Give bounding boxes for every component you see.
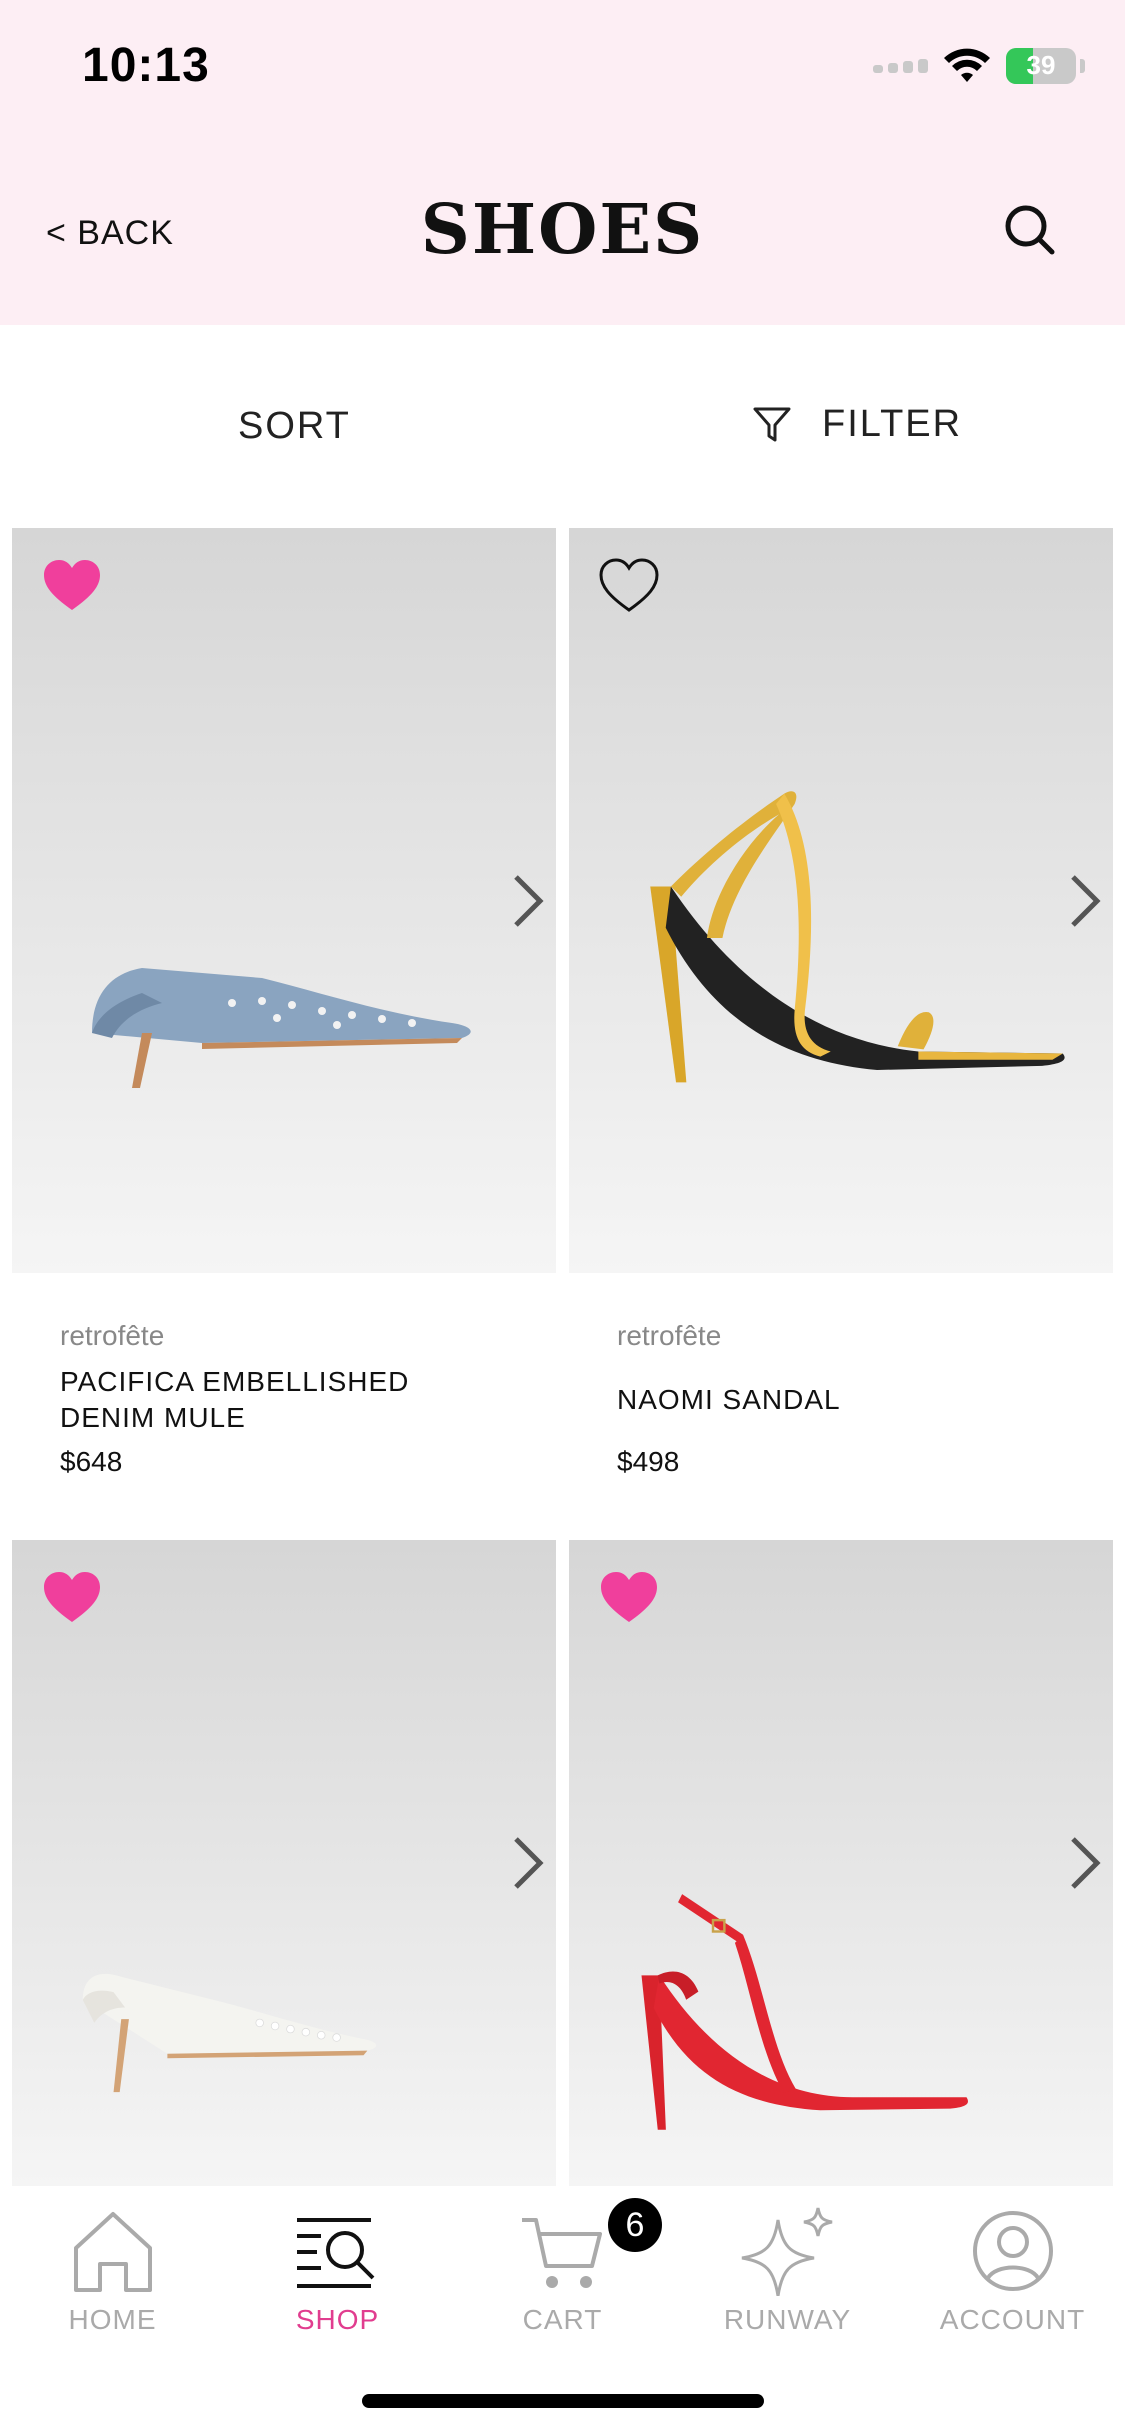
status-time: 10:13 <box>82 39 210 92</box>
chevron-right-icon[interactable] <box>1065 1833 1105 1893</box>
product-card[interactable]: retrofête NAOMI SANDAL $498 <box>569 528 1113 1508</box>
product-card[interactable] <box>569 1540 1113 2186</box>
tab-runway[interactable]: RUNWAY <box>675 2206 900 2336</box>
red-slingback-image <box>641 1894 968 2130</box>
tab-label: RUNWAY <box>723 2304 852 2335</box>
home-indicator <box>362 2394 764 2408</box>
tab-label: SHOP <box>295 2304 380 2335</box>
gold-sandal-image <box>650 791 1065 1083</box>
product-name[interactable]: PACIFICA EMBELLISHED DENIM MULE <box>60 1364 500 1436</box>
chevron-right-icon[interactable] <box>508 871 548 931</box>
home-icon <box>73 2212 152 2292</box>
chevron-right-icon[interactable] <box>1065 871 1105 931</box>
product-price: $498 <box>617 1446 680 1477</box>
cart-icon <box>521 2218 602 2288</box>
battery-icon: 39 <box>1006 48 1076 84</box>
status-icons: 39 <box>873 46 1085 86</box>
tab-home[interactable]: HOME <box>0 2206 225 2336</box>
favorite-heart-icon[interactable] <box>42 558 102 614</box>
chevron-right-icon[interactable] <box>508 1833 548 1893</box>
white-mule-image <box>82 1973 377 2093</box>
page-title: SHOES <box>420 190 705 270</box>
filter-icon <box>753 407 791 441</box>
search-icon[interactable] <box>1000 200 1060 260</box>
product-card[interactable]: retrofête PACIFICA EMBELLISHED DENIM MUL… <box>12 528 556 1508</box>
shop-icon <box>296 2218 374 2288</box>
denim-mule-image <box>92 968 471 1088</box>
product-brand: retrofête <box>617 1320 722 1351</box>
product-image[interactable] <box>569 528 1113 1273</box>
product-image[interactable] <box>12 1540 556 2186</box>
cellular-signal-icon <box>873 59 928 73</box>
tab-label: ACCOUNT <box>939 2304 1086 2335</box>
wifi-icon <box>944 48 990 82</box>
sort-button[interactable]: SORT <box>238 405 351 448</box>
filter-label: FILTER <box>822 403 963 445</box>
favorite-heart-outline-icon[interactable] <box>599 558 659 614</box>
product-price: $648 <box>60 1446 123 1477</box>
filter-button[interactable]: FILTER <box>752 403 962 446</box>
header-bar: 10:13 39 < BACK SHOES <box>0 0 1125 325</box>
product-card[interactable] <box>12 1540 556 2186</box>
product-image[interactable] <box>569 1540 1113 2186</box>
tab-bar: HOME SHOP CART 6 RUNWAY ACCOUNT <box>0 2186 1125 2436</box>
product-name[interactable]: NAOMI SANDAL <box>617 1382 1057 1418</box>
product-image[interactable] <box>12 528 556 1273</box>
cart-count-badge: 6 <box>608 2198 662 2252</box>
tab-shop[interactable]: SHOP <box>225 2206 450 2336</box>
battery-percent: 39 <box>1026 50 1056 80</box>
favorite-heart-icon[interactable] <box>42 1570 102 1626</box>
sparkle-icon <box>741 2207 832 2296</box>
product-brand: retrofête <box>60 1320 165 1351</box>
account-icon <box>972 2211 1053 2291</box>
tab-label: HOME <box>68 2304 157 2335</box>
tab-label: CART <box>522 2304 603 2335</box>
favorite-heart-icon[interactable] <box>599 1570 659 1626</box>
sort-filter-bar: SORT FILTER <box>0 325 1125 525</box>
tab-account[interactable]: ACCOUNT <box>900 2206 1125 2336</box>
